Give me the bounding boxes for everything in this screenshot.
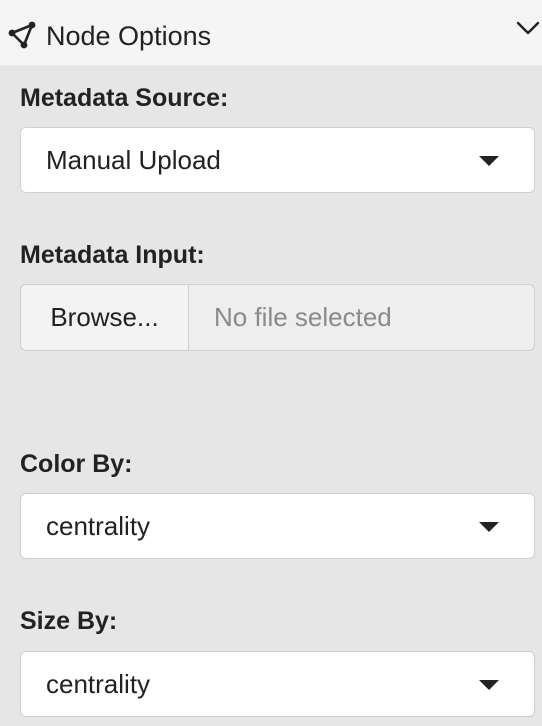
metadata-source-label: Metadata Source:	[20, 84, 229, 112]
caret-down-icon	[479, 522, 499, 532]
metadata-file-input[interactable]: Browse... No file selected	[20, 284, 535, 351]
metadata-input-label: Metadata Input:	[20, 241, 205, 269]
panel-title: Node Options	[46, 21, 212, 51]
caret-down-icon	[479, 156, 499, 166]
metadata-source-value: Manual Upload	[46, 145, 221, 175]
caret-down-icon	[479, 680, 499, 690]
color-by-select[interactable]: centrality	[20, 493, 535, 559]
color-by-label: Color By:	[20, 450, 133, 478]
network-node-icon	[8, 21, 36, 49]
size-by-value: centrality	[46, 669, 151, 699]
file-name-display: No file selected	[188, 284, 535, 351]
size-by-label: Size By:	[20, 607, 118, 635]
chevron-down-icon[interactable]	[514, 14, 542, 42]
metadata-source-select[interactable]: Manual Upload	[20, 127, 535, 193]
browse-button[interactable]: Browse...	[20, 284, 189, 351]
size-by-select[interactable]: centrality	[20, 651, 535, 717]
node-options-header[interactable]: Node Options	[0, 0, 542, 66]
color-by-value: centrality	[46, 511, 151, 541]
